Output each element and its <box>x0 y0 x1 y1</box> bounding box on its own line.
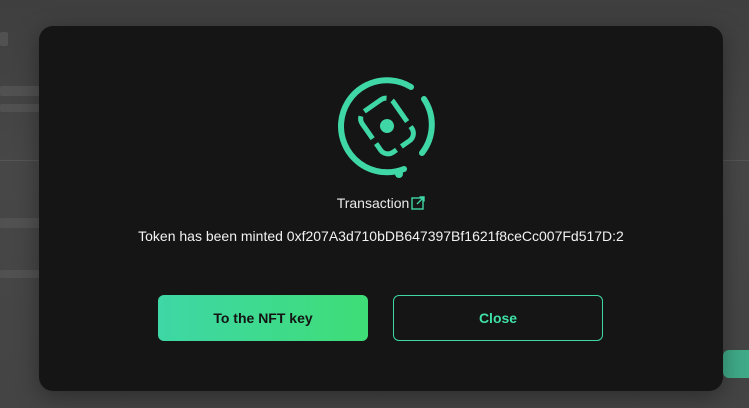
background-element <box>0 104 40 112</box>
background-element <box>0 270 40 278</box>
background-button <box>723 350 749 378</box>
external-link-icon[interactable] <box>411 196 426 214</box>
mint-success-modal: Transaction Token has been minted 0xf207… <box>39 26 723 391</box>
transaction-link[interactable]: Transaction <box>39 194 723 214</box>
background-element <box>0 218 40 228</box>
background-element <box>0 86 40 96</box>
transaction-label: Transaction <box>336 195 410 211</box>
nft-key-logo-icon <box>338 77 435 178</box>
close-button[interactable]: Close <box>393 295 603 341</box>
background-element <box>0 32 8 46</box>
mint-status-message: Token has been minted 0xf207A3d710bDB647… <box>138 228 624 244</box>
to-nft-key-button[interactable]: To the NFT key <box>158 295 368 341</box>
